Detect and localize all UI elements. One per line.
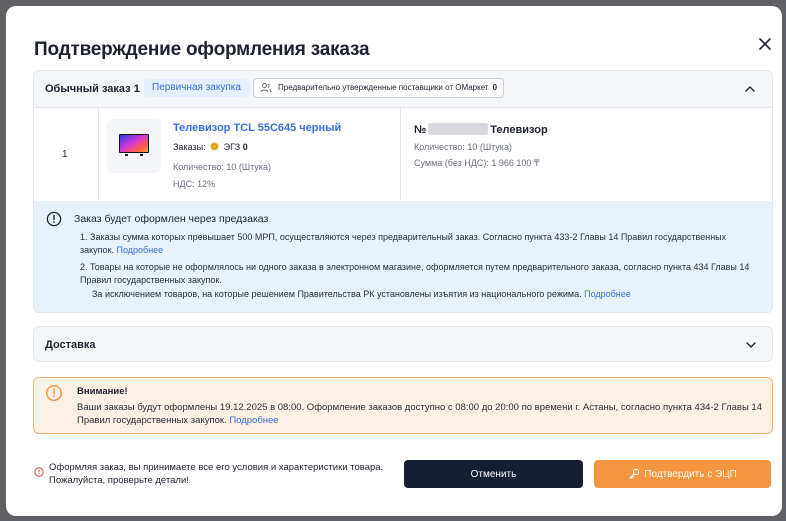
orders-count: 0 [242,142,248,152]
chevron-down-icon [746,342,756,348]
confirm-label: Подтвердить с ЭЦП [644,468,737,480]
warning-text-body: Ваши заказы будут оформлены 19.12.2025 в… [77,402,762,426]
info-title: Заказ будет оформлен через предзаказ [74,213,269,225]
coin-icon [210,142,219,151]
chevron-up-icon[interactable] [743,82,757,96]
divider [98,108,99,200]
lot-suffix: Телевизор [490,124,548,136]
key-icon [629,468,640,480]
info-point-3: За исключением товаров, на которые решен… [92,288,764,301]
suppliers-badge[interactable]: Предварительно утвержденные поставщики о… [253,78,505,98]
delivery-label: Доставка [45,339,96,351]
order-confirmation-modal: Подтверждение оформления заказа Обычный … [6,6,782,516]
users-icon [260,83,272,93]
product-thumbnail [107,119,161,173]
info-point-1-text: 1. Заказы сумма которых превышает 500 МР… [80,232,727,255]
alert-icon [34,467,44,477]
warning-icon [45,384,63,402]
orders-type: ЭГЗ [223,142,241,152]
divider [400,108,401,200]
cancel-button[interactable]: Отменить [404,460,583,488]
product-vat: НДС: 12% [173,179,216,189]
product-orders: Заказы: ЭГЗ 0 [173,142,248,152]
confirm-with-eds-button[interactable]: Подтвердить с ЭЦП [594,460,771,488]
warning-title: Внимание! [77,386,128,397]
info-point-3-more-link[interactable]: Подробнее [584,289,631,299]
warning-panel: Внимание! Ваши заказы будут оформлены 19… [33,377,773,434]
preorder-info-panel: Заказ будет оформлен через предзаказ 1. … [34,201,772,312]
redacted-number [428,123,489,135]
order-card: Обычный заказ 1 Первичная закупка Предва… [33,70,773,313]
row-number: 1 [62,149,68,160]
lot-prefix: № [414,124,427,136]
product-quantity: Количество: 10 (Штука) [173,162,271,172]
orders-label: Заказы: [173,142,206,152]
close-button[interactable] [754,33,776,55]
info-point-1: 1. Заказы сумма которых превышает 500 МР… [80,231,752,257]
tv-image [119,134,149,156]
terms-notice: Оформляя заказ, вы принимаете все его ус… [49,462,384,486]
lot-quantity: Количество: 10 (Штука) [414,142,512,152]
info-point-3-text: За исключением товаров, на которые решен… [92,289,582,299]
suppliers-badge-label: Предварительно утвержденные поставщики о… [278,83,489,92]
lot-title: № Телевизор [414,123,548,136]
lot-sum: Сумма (без НДС): 1 966 100 ₸ [414,158,540,168]
modal-title: Подтверждение оформления заказа [34,39,370,60]
suppliers-count: 0 [492,83,498,92]
primary-purchase-badge: Первичная закупка [144,79,249,97]
delivery-accordion[interactable]: Доставка [33,326,773,362]
order-title: Обычный заказ 1 [45,83,140,95]
order-header[interactable]: Обычный заказ 1 Первичная закупка Предва… [34,71,772,108]
close-icon [759,38,771,50]
warning-text: Ваши заказы будут оформлены 19.12.2025 в… [77,401,767,427]
product-name-link[interactable]: Телевизор TCL 55C645 черный [173,122,341,134]
info-point-1-more-link[interactable]: Подробнее [117,245,164,255]
warning-more-link[interactable]: Подробнее [229,415,278,426]
info-icon [46,211,62,227]
info-point-2: 2. Товары на которые не оформлялось ни о… [80,262,750,285]
